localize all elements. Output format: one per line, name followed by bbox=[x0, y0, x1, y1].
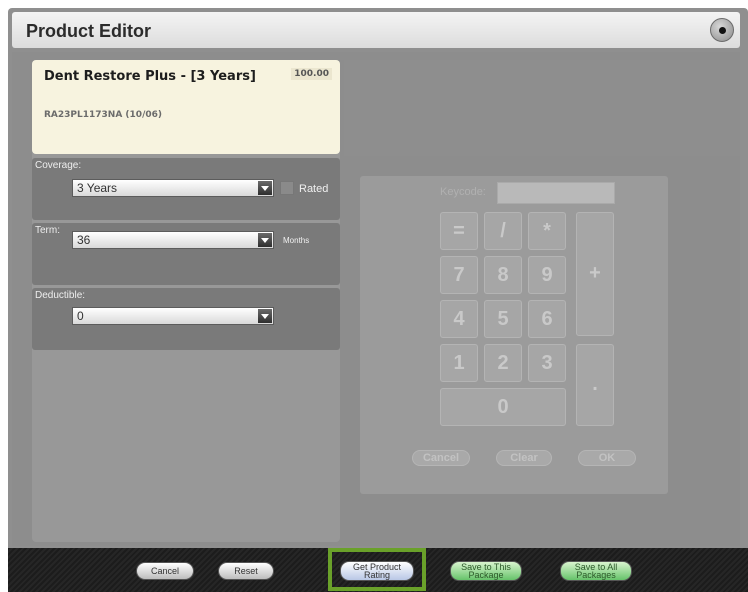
cancel-button[interactable]: Cancel bbox=[136, 562, 194, 580]
term-label: Term: bbox=[35, 225, 60, 236]
keypad-ok-button[interactable]: OK bbox=[578, 450, 636, 466]
right-top-area bbox=[344, 60, 740, 156]
key-4[interactable]: 4 bbox=[440, 300, 478, 338]
key-decimal[interactable]: . bbox=[576, 344, 614, 426]
save-to-all-packages-button[interactable]: Save to All Packages bbox=[560, 561, 632, 581]
highlight-box bbox=[328, 548, 426, 591]
key-3[interactable]: 3 bbox=[528, 344, 566, 382]
months-label: Months bbox=[283, 236, 310, 245]
rated-checkbox[interactable] bbox=[280, 181, 294, 195]
save-all-line2: Packages bbox=[576, 570, 616, 580]
keypad-cancel-button[interactable]: Cancel bbox=[412, 450, 470, 466]
reset-button[interactable]: Reset bbox=[218, 562, 274, 580]
coverage-label: Coverage: bbox=[35, 160, 82, 171]
chevron-down-icon bbox=[258, 181, 272, 195]
key-8[interactable]: 8 bbox=[484, 256, 522, 294]
key-7[interactable]: 7 bbox=[440, 256, 478, 294]
save-to-this-package-button[interactable]: Save to This Package bbox=[450, 561, 522, 581]
close-icon[interactable] bbox=[710, 18, 734, 42]
term-select[interactable]: 36 bbox=[72, 231, 274, 249]
product-card: Dent Restore Plus - [3 Years] 100.00 RA2… bbox=[32, 60, 340, 154]
product-code: RA23PL1173NA (10/06) bbox=[44, 110, 162, 120]
window-title: Product Editor bbox=[26, 21, 151, 41]
key-1[interactable]: 1 bbox=[440, 344, 478, 382]
keycode-input[interactable] bbox=[497, 182, 615, 204]
deductible-value: 0 bbox=[77, 309, 84, 323]
deductible-label: Deductible: bbox=[35, 290, 86, 301]
product-editor-window: Product Editor Dent Restore Plus - [3 Ye… bbox=[0, 0, 748, 592]
product-price: 100.00 bbox=[291, 68, 332, 80]
rated-label: Rated bbox=[299, 183, 329, 195]
coverage-select[interactable]: 3 Years bbox=[72, 179, 274, 197]
keypad-clear-button[interactable]: Clear bbox=[496, 450, 552, 466]
keycode-label: Keycode: bbox=[440, 186, 486, 198]
key-multiply[interactable]: * bbox=[528, 212, 566, 250]
key-equals[interactable]: = bbox=[440, 212, 478, 250]
chevron-down-icon bbox=[258, 309, 272, 323]
key-divide[interactable]: / bbox=[484, 212, 522, 250]
deductible-select[interactable]: 0 bbox=[72, 307, 274, 325]
chevron-down-icon bbox=[258, 233, 272, 247]
coverage-value: 3 Years bbox=[77, 181, 118, 195]
save-package-line2: Package bbox=[468, 570, 504, 580]
key-5[interactable]: 5 bbox=[484, 300, 522, 338]
key-6[interactable]: 6 bbox=[528, 300, 566, 338]
key-0[interactable]: 0 bbox=[440, 388, 566, 426]
key-9[interactable]: 9 bbox=[528, 256, 566, 294]
title-bar: Product Editor bbox=[12, 12, 740, 48]
key-plus[interactable]: + bbox=[576, 212, 614, 336]
term-value: 36 bbox=[77, 233, 91, 247]
key-2[interactable]: 2 bbox=[484, 344, 522, 382]
product-name: Dent Restore Plus - [3 Years] bbox=[44, 69, 256, 84]
